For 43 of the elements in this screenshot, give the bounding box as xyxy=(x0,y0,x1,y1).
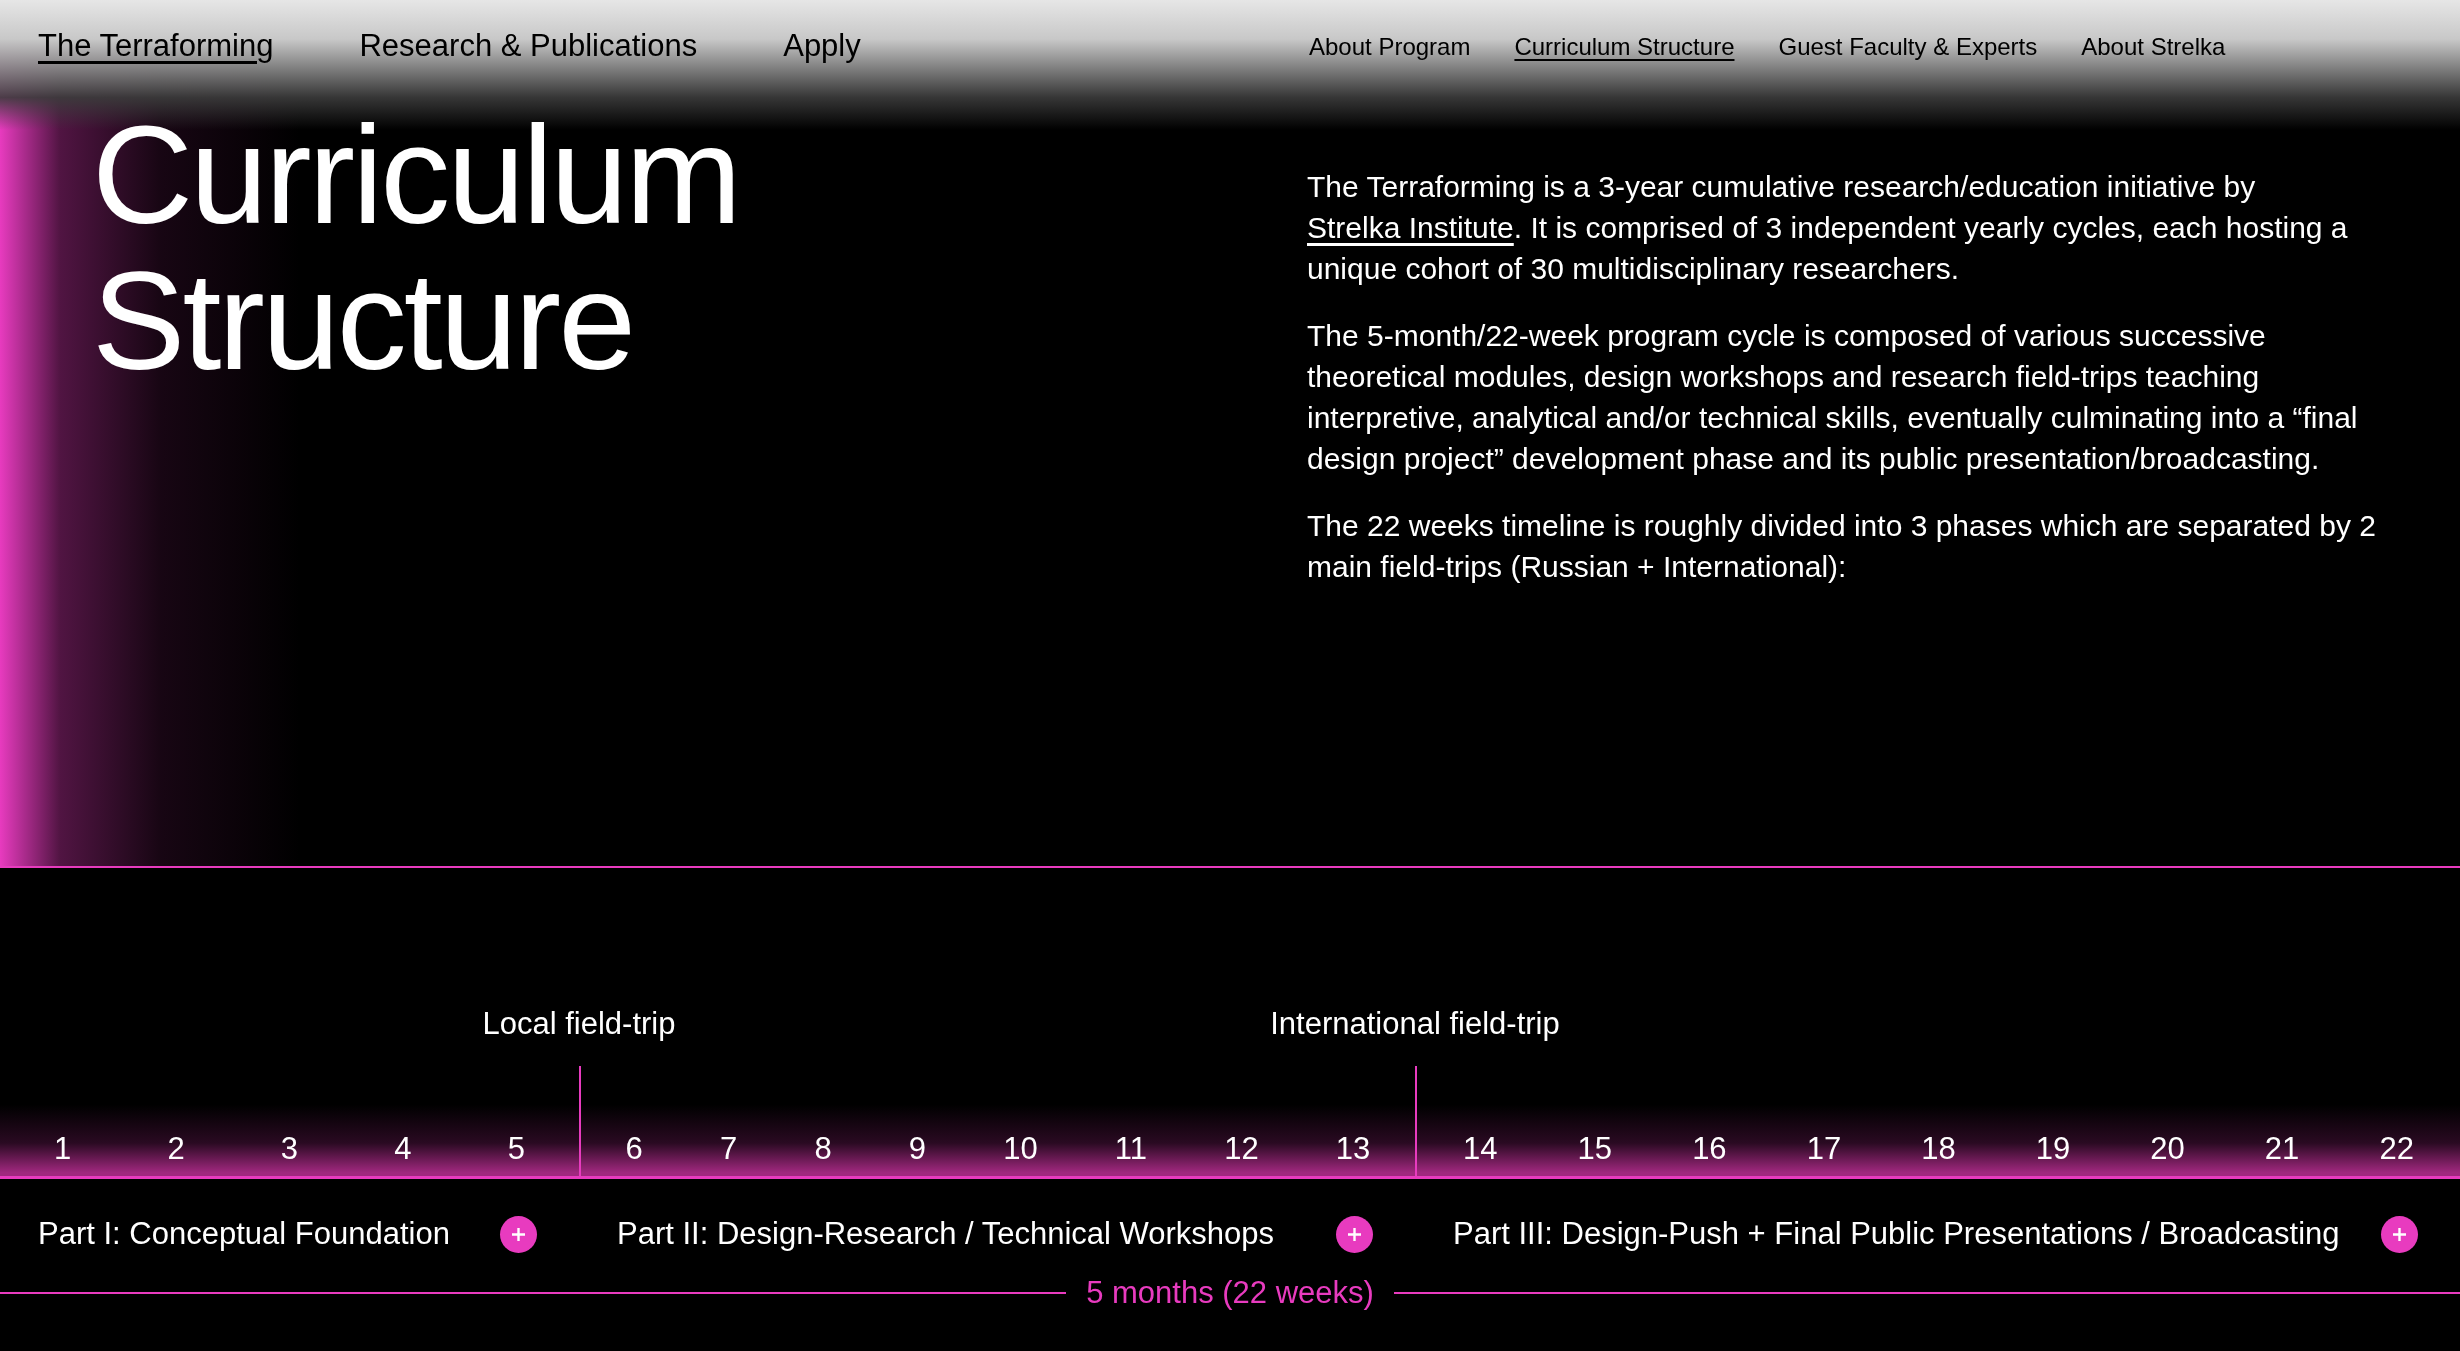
nav-link[interactable]: About Strelka xyxy=(2081,33,2226,61)
week-number: 12 xyxy=(1224,1130,1259,1167)
week-number: 7 xyxy=(720,1130,738,1167)
nav-link[interactable]: Apply xyxy=(783,28,861,64)
week-number: 16 xyxy=(1692,1130,1727,1167)
nav-link[interactable]: About Program xyxy=(1309,33,1471,61)
week-number: 10 xyxy=(1003,1130,1038,1167)
intro-paragraph: The Terraforming is a 3-year cumulative research/education initiative by Strelka Institute. It is comprised of 3 independent yearly cycles, each hosting a unique cohort of 30 multidisciplinary researchers. xyxy=(1307,169,2349,287)
phase-title: Part I: Conceptual Foundation xyxy=(38,1216,450,1252)
week-number: 14 xyxy=(1463,1130,1498,1167)
field-trip-label: Local field-trip xyxy=(482,1006,676,1042)
week-number: 19 xyxy=(2035,1130,2071,1167)
plus-icon[interactable] xyxy=(500,1215,537,1253)
phase-title: Part III: Design-Push + Final Public Presentations / Broadcasting xyxy=(1453,1216,2340,1252)
week-number: 2 xyxy=(167,1130,185,1167)
week-number: 17 xyxy=(1806,1130,1842,1167)
week-number: 21 xyxy=(2264,1130,2300,1167)
week-number: 20 xyxy=(2150,1130,2185,1167)
text-link[interactable]: Strelka Institute xyxy=(1307,211,1514,244)
week-number: 11 xyxy=(1114,1130,1148,1167)
week-number: 5 xyxy=(507,1130,525,1167)
duration-label: 5 months (22 weeks) xyxy=(1086,1275,1374,1311)
week-number: 4 xyxy=(394,1130,412,1167)
week-number: 1 xyxy=(54,1130,72,1167)
week-number: 3 xyxy=(280,1130,299,1167)
intro-paragraph: The 5-month/22-week program cycle is composed of various successive theoretical modules, design workshops and research field-trips teaching interpretive, analytical and/or technical skills, eventually culminating into a “final design project” development phase and its public presentation/broadcasting. xyxy=(1307,318,2359,477)
nav-link[interactable]: Research & Publications xyxy=(359,28,698,64)
week-number: 6 xyxy=(625,1130,643,1167)
nav-link[interactable]: Guest Faculty & Experts xyxy=(1778,33,2038,61)
week-number: 13 xyxy=(1335,1130,1371,1167)
intro-paragraph: The 22 weeks timeline is roughly divided into 3 phases which are separated by 2 main field-trips (Russian + International): xyxy=(1307,508,2377,585)
week-number: 8 xyxy=(814,1130,832,1167)
field-trip-label: International field-trip xyxy=(1270,1006,1560,1042)
plus-icon[interactable] xyxy=(1336,1215,1373,1253)
page-title: Curriculum Structure xyxy=(91,102,740,401)
phase-title: Part II: Design-Research / Technical Workshops xyxy=(617,1216,1275,1252)
week-number: 22 xyxy=(2379,1130,2414,1167)
week-number: 15 xyxy=(1577,1130,1613,1167)
nav-link[interactable]: Curriculum Structure xyxy=(1514,33,1735,61)
plus-icon[interactable] xyxy=(2381,1215,2418,1253)
nav-link[interactable]: The Terraforming xyxy=(38,28,274,64)
week-number: 18 xyxy=(1921,1130,1956,1167)
week-number: 9 xyxy=(908,1130,927,1167)
